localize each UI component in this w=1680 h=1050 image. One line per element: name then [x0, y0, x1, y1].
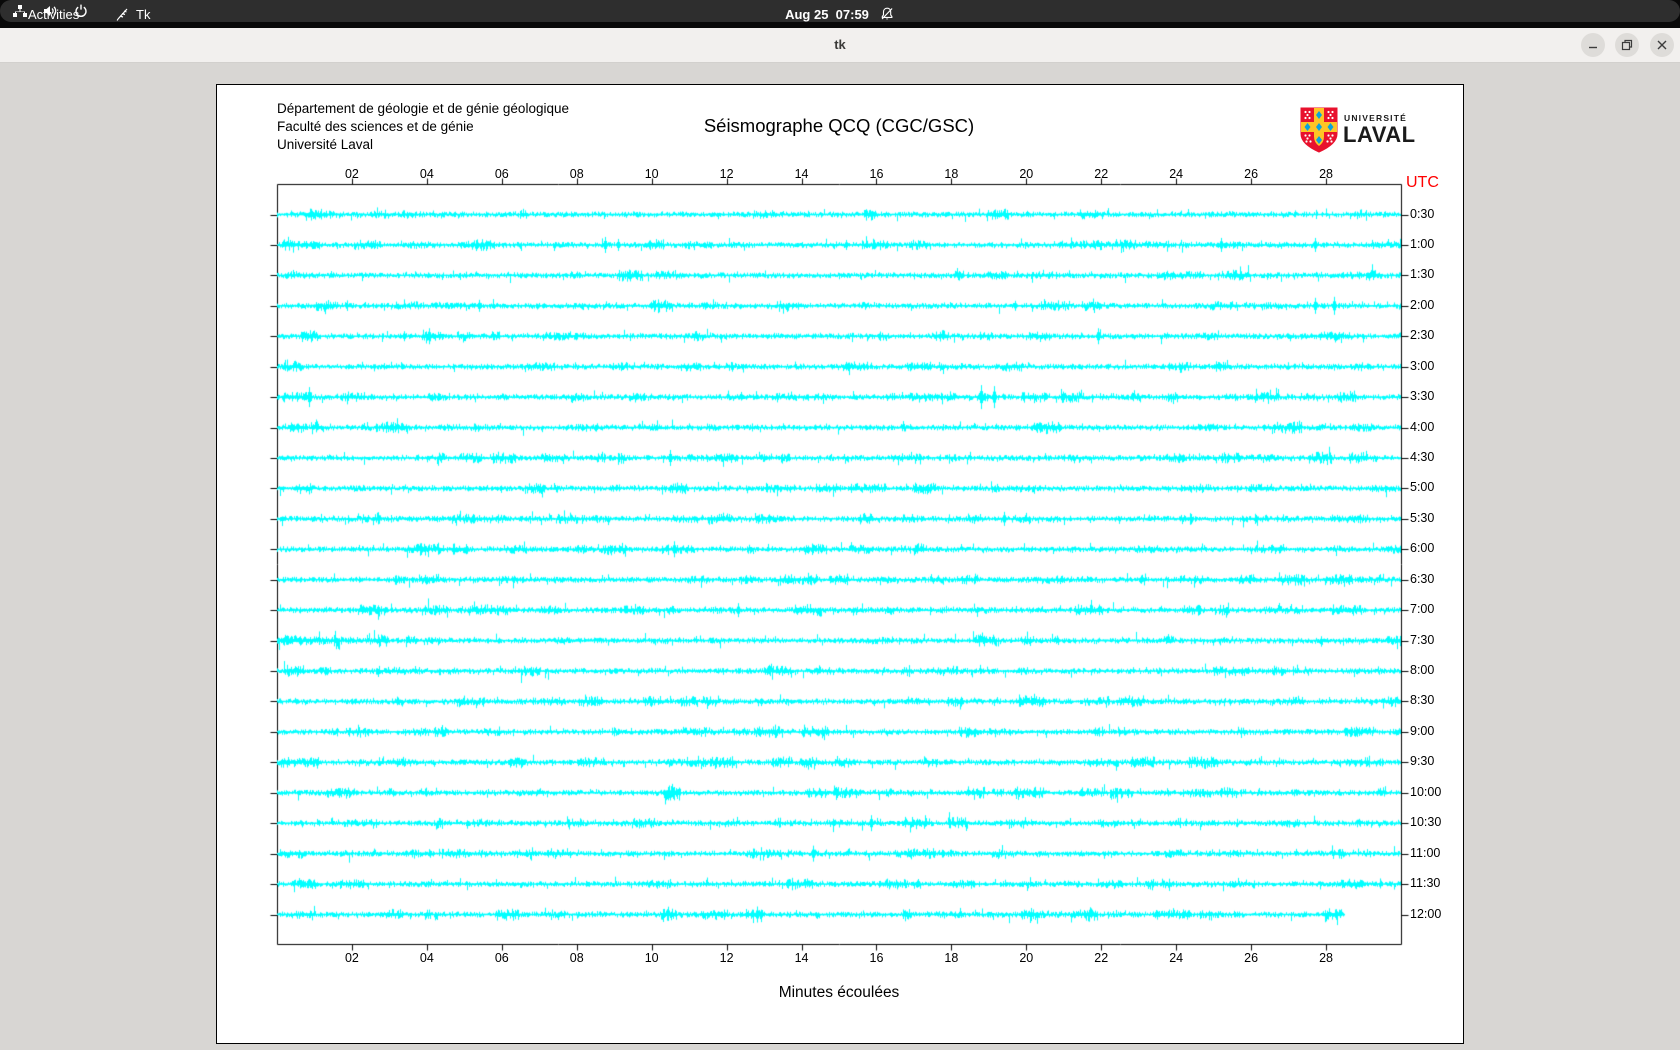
x-tick-label-bottom: 18 — [944, 951, 959, 965]
utc-time-label: 1:00 — [1410, 236, 1435, 251]
x-tick-label-bottom: 14 — [794, 951, 809, 965]
window-title: tk — [834, 37, 846, 52]
x-tick-label-bottom: 22 — [1094, 951, 1109, 965]
gnome-top-bar: Activities Tk Aug 25 07:59 — [0, 0, 1680, 28]
utc-time-label: 8:00 — [1410, 663, 1435, 678]
logo-laval-text: LAVAL — [1343, 122, 1416, 147]
utc-time-label: 6:30 — [1410, 571, 1435, 586]
activities-label: Activities — [28, 6, 80, 22]
plot-title: Séismographe QCQ (CGC/GSC) — [703, 115, 975, 136]
utc-time-label: 3:30 — [1410, 389, 1435, 404]
x-tick-label-bottom: 12 — [719, 951, 734, 965]
institution-line-3: Université Laval — [277, 137, 374, 152]
utc-axis-label: UTC — [1406, 174, 1439, 191]
utc-time-label: 10:30 — [1410, 815, 1442, 830]
utc-time-label: 1:30 — [1410, 267, 1435, 282]
x-tick-label-bottom: 16 — [869, 951, 884, 965]
laval-shield-icon — [1300, 107, 1338, 153]
x-tick-label-top: 20 — [1019, 167, 1034, 181]
utc-time-label: 11:00 — [1410, 845, 1441, 860]
x-tick-label-bottom: 08 — [569, 951, 584, 965]
clock-time: 07:59 — [835, 6, 869, 22]
x-axis-title: Minutes écoulées — [778, 984, 900, 1001]
x-tick-label-top: 06 — [494, 167, 509, 181]
tk-feather-icon — [115, 7, 130, 22]
x-tick-label-top: 02 — [344, 167, 359, 181]
clock-date: Aug 25 — [785, 6, 829, 22]
tk-window-body: Département de géologie et de génie géol… — [0, 63, 1680, 1050]
x-tick-label-bottom: 28 — [1319, 951, 1333, 965]
x-tick-label-top: 18 — [944, 167, 959, 181]
utc-time-label: 5:30 — [1410, 510, 1435, 525]
utc-time-label: 5:00 — [1410, 480, 1435, 495]
x-tick-label-bottom: 24 — [1169, 951, 1184, 965]
x-tick-label-bottom: 04 — [419, 951, 434, 965]
utc-time-label: 0:30 — [1410, 206, 1435, 221]
x-tick-label-top: 10 — [644, 167, 659, 181]
utc-time-label: 4:00 — [1410, 419, 1435, 434]
close-button[interactable] — [1650, 33, 1674, 57]
utc-time-label: 12:00 — [1410, 906, 1442, 921]
utc-time-label: 9:00 — [1410, 723, 1435, 738]
x-tick-label-top: 12 — [719, 167, 734, 181]
institution-line-1: Département de géologie et de génie géol… — [277, 101, 569, 116]
x-tick-label-top: 14 — [794, 167, 809, 181]
institution-line-2: Faculté des sciences et de génie — [277, 119, 474, 134]
utc-time-label: 3:00 — [1410, 358, 1435, 373]
x-tick-label-top: 22 — [1094, 167, 1109, 181]
minimize-button[interactable] — [1581, 33, 1605, 57]
seismogram-plot — [217, 85, 1463, 1043]
x-tick-label-bottom: 02 — [344, 951, 359, 965]
utc-time-label: 10:00 — [1410, 784, 1442, 799]
app-menu-label: Tk — [136, 6, 151, 22]
x-tick-label-top: 16 — [869, 167, 884, 181]
utc-time-label: 2:00 — [1410, 297, 1435, 312]
utc-time-label: 4:30 — [1410, 449, 1435, 464]
x-tick-label-top: 26 — [1244, 167, 1259, 181]
universite-laval-logo: UNIVERSITÉ LAVAL — [1300, 107, 1470, 155]
utc-time-label: 6:00 — [1410, 541, 1435, 556]
utc-time-label: 7:00 — [1410, 602, 1435, 617]
seismograph-canvas-area: Département de géologie et de génie géol… — [216, 84, 1464, 1044]
x-tick-label-top: 28 — [1319, 167, 1333, 181]
utc-time-label: 2:30 — [1410, 328, 1435, 343]
network-icon — [12, 3, 28, 19]
utc-time-label: 7:30 — [1410, 632, 1435, 647]
x-tick-label-top: 04 — [419, 167, 434, 181]
x-tick-label-top: 24 — [1169, 167, 1184, 181]
window-titlebar[interactable]: tk — [0, 28, 1680, 63]
app-menu-button[interactable]: Tk — [115, 0, 150, 28]
utc-time-label: 8:30 — [1410, 693, 1435, 708]
x-tick-label-bottom: 06 — [494, 951, 509, 965]
activities-button[interactable]: Activities — [28, 0, 79, 28]
maximize-restore-button[interactable] — [1615, 33, 1639, 57]
x-tick-label-bottom: 20 — [1019, 951, 1034, 965]
utc-time-label: 9:30 — [1410, 754, 1435, 769]
utc-time-label: 11:30 — [1410, 876, 1441, 891]
x-tick-label-bottom: 26 — [1244, 951, 1259, 965]
notifications-disabled-bell-icon — [879, 6, 895, 22]
desktop: Activities Tk Aug 25 07:59 tk Départemen… — [0, 0, 1680, 1050]
x-tick-label-bottom: 10 — [644, 951, 659, 965]
x-tick-label-top: 08 — [569, 167, 584, 181]
clock-button[interactable]: Aug 25 07:59 — [785, 0, 895, 28]
